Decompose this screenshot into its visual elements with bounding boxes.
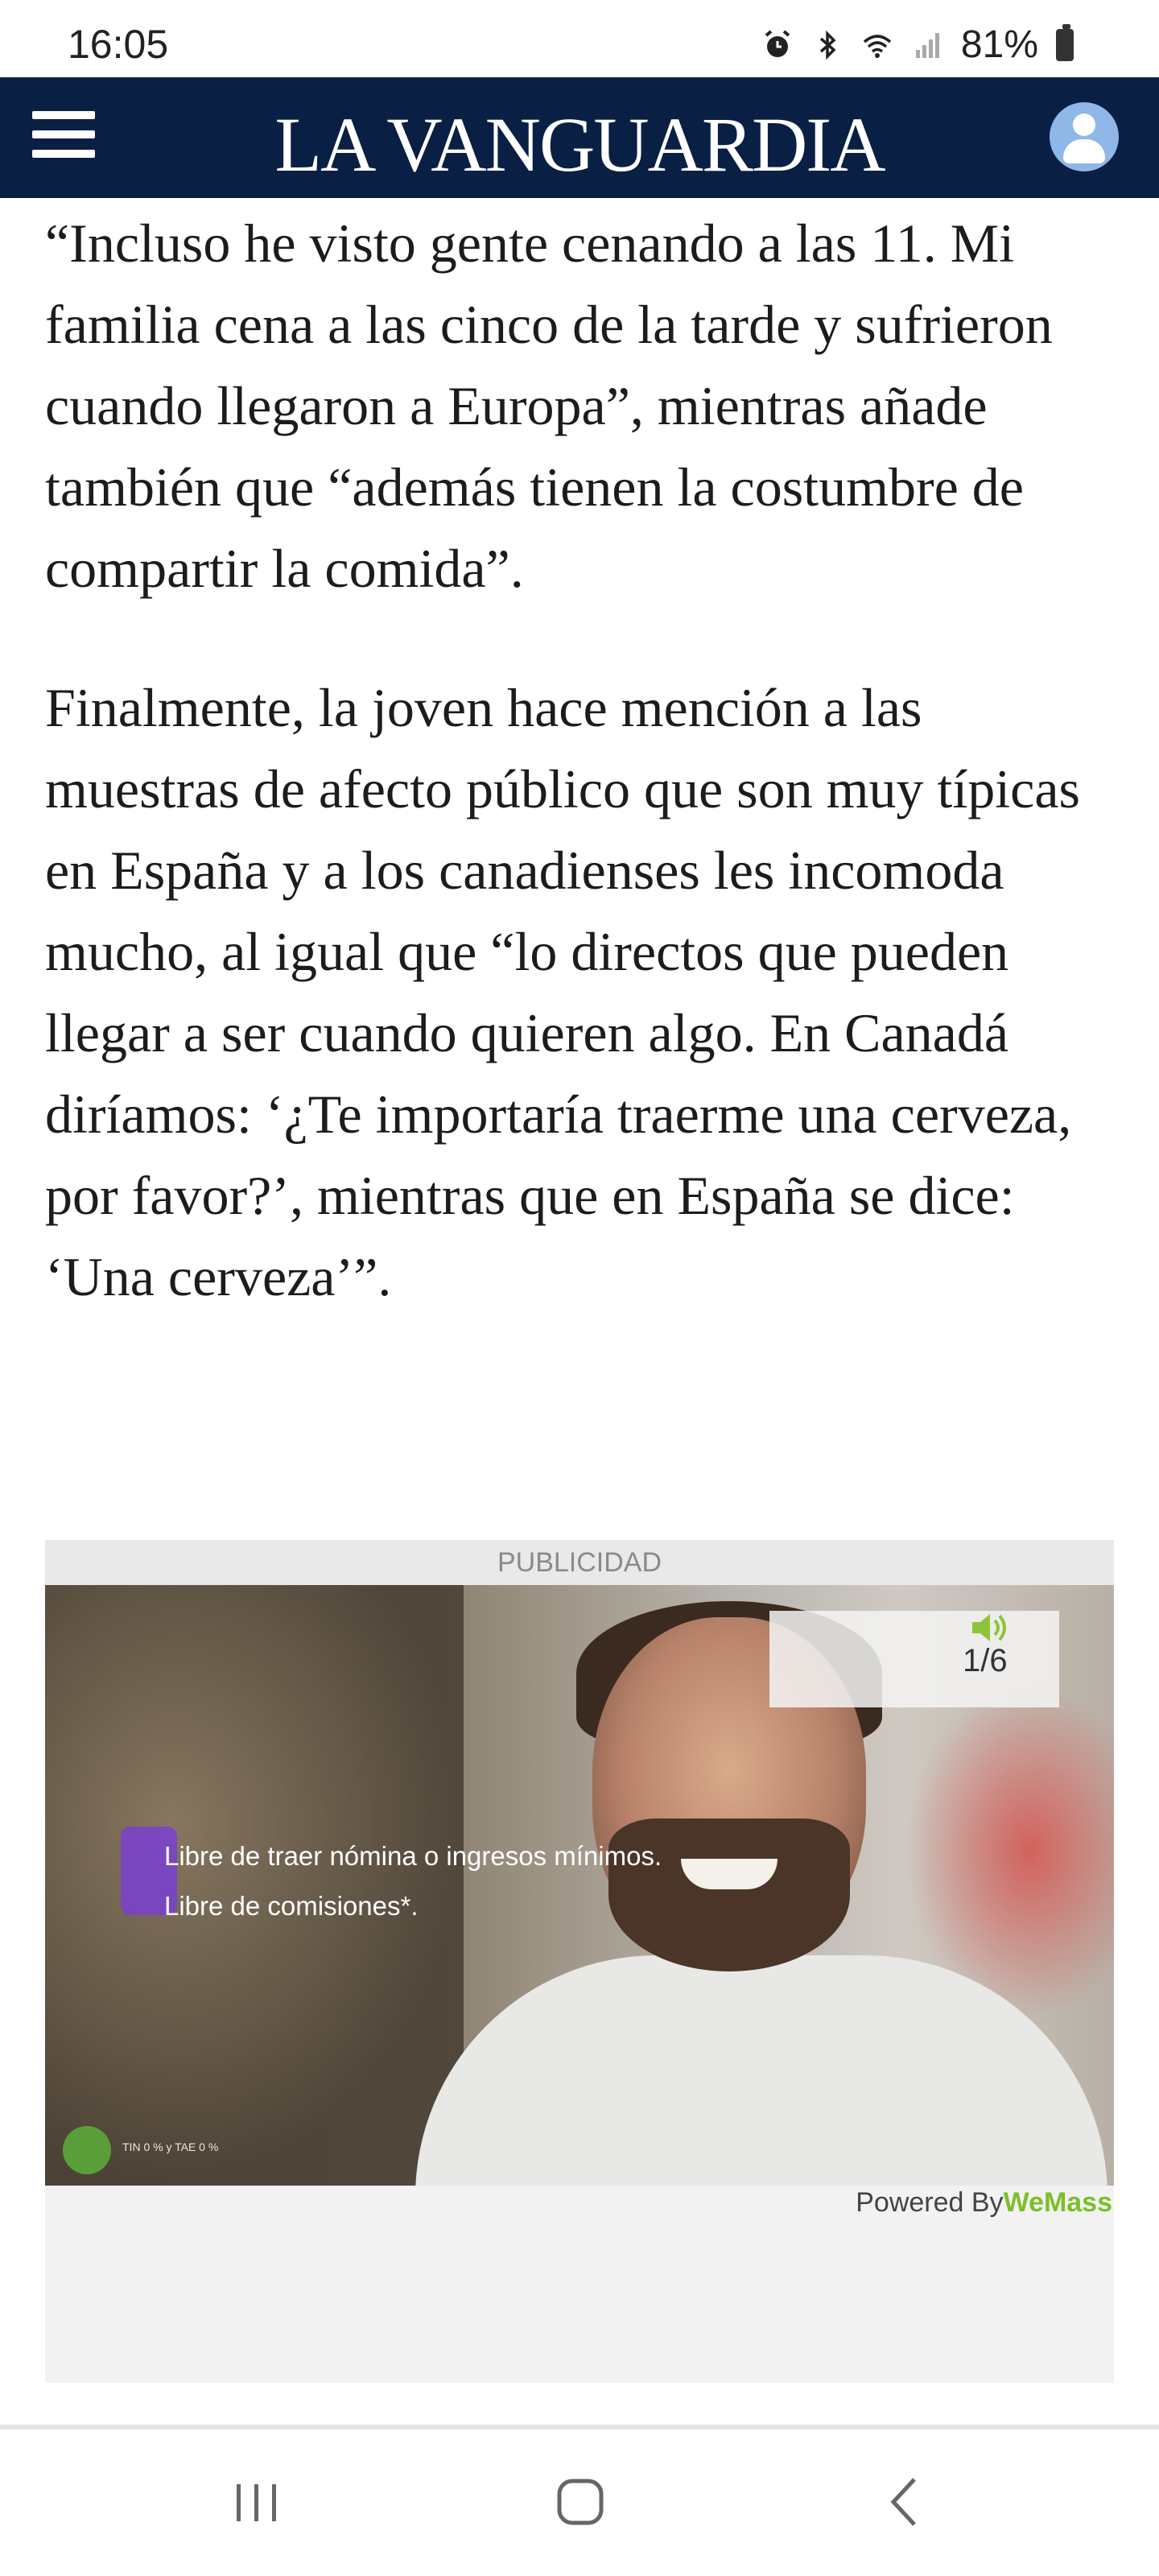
status-icons: 81% [761,23,1074,67]
recent-apps-icon[interactable] [221,2470,293,2534]
site-header: LA VANGUARDIA [0,77,1159,198]
article-body: “Incluso he visto gente cenando a las 11… [45,198,1116,1318]
powered-by-brand: WeMass [1003,2187,1112,2218]
powered-by-prefix: Powered By [856,2187,1004,2218]
ad-creative[interactable]: Libre de traer nómina o ingresos mínimos… [45,1585,1114,2186]
system-nav-bar [0,2429,1159,2576]
powered-by-link[interactable]: Powered ByWeMass [856,2187,1112,2219]
signal-icon [915,32,939,58]
wifi-icon [863,34,892,58]
site-logo[interactable]: LA VANGUARDIA [0,100,1159,189]
status-time: 16:05 [68,22,169,67]
article-paragraph: “Incluso he visto gente cenando a las 11… [45,213,1053,599]
bluetooth-icon [819,30,836,60]
status-bar: 16:05 81% [0,0,1159,77]
ad-legal-text: TIN 0 % y TAE 0 % [122,2140,219,2153]
ad-slide-counter: 1/6 [963,1643,1008,1678]
alarm-icon [765,29,790,57]
battery-percent: 81% [960,23,1038,66]
battery-icon [1056,23,1074,61]
ad-text-line: Libre de traer nómina o ingresos mínimos… [164,1841,662,1871]
speaker-icon[interactable] [969,1609,1011,1646]
user-icon[interactable] [1050,102,1119,171]
ad-label: PUBLICIDAD [45,1540,1114,1585]
ad-text-line: Libre de comisiones*. [164,1891,419,1921]
ad-info-card: 1/6 [769,1611,1059,1707]
home-icon[interactable] [543,2470,616,2534]
article-paragraph: Finalmente, la joven hace mención a las … [45,677,1080,1307]
ad-container: PUBLICIDAD Libre de traer nómina o ingre… [45,1540,1114,2383]
back-icon[interactable] [869,2470,942,2534]
ad-progress-icon[interactable] [63,2126,111,2174]
